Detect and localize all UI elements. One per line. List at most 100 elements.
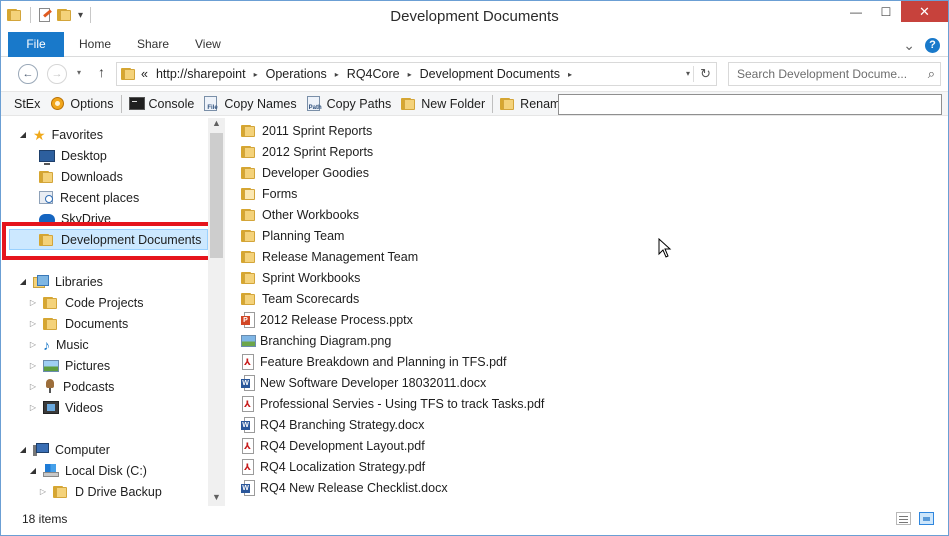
tree-item-computer[interactable]: ◢ Computer: [19, 439, 110, 460]
up-button[interactable]: ↑: [98, 64, 105, 80]
list-item-name: Team Scorecards: [262, 291, 360, 306]
list-item-name: Feature Breakdown and Planning in TFS.pd…: [260, 354, 507, 369]
tree-item-libraries[interactable]: ◢ Libraries: [19, 271, 103, 292]
breadcrumb-operations[interactable]: Operations: [262, 67, 331, 81]
folder-icon: [241, 124, 257, 138]
tree-item-recent-places[interactable]: Recent places: [39, 187, 139, 208]
collapsed-arrow-icon[interactable]: ▷: [29, 298, 37, 307]
list-item[interactable]: Release Management Team: [241, 246, 418, 267]
list-item[interactable]: Developer Goodies: [241, 162, 369, 183]
breadcrumb-separator[interactable]: ▸: [250, 70, 262, 79]
expanded-arrow-icon[interactable]: ◢: [19, 277, 27, 286]
list-item[interactable]: ⅄ RQ4 Localization Strategy.pdf: [241, 456, 425, 477]
address-history-dropdown[interactable]: ▾: [686, 69, 690, 78]
console-label: Console: [148, 96, 195, 111]
expanded-arrow-icon[interactable]: ◢: [19, 445, 27, 454]
collapsed-arrow-icon[interactable]: ▷: [29, 403, 37, 412]
scroll-down-arrow[interactable]: ▼: [208, 492, 225, 502]
navigation-scrollbar[interactable]: ▲ ▼: [208, 118, 225, 506]
large-icons-view-icon[interactable]: [919, 512, 934, 525]
copy-names-button[interactable]: File Copy Names: [199, 96, 301, 111]
new-folder-button[interactable]: New Folder: [396, 97, 490, 111]
refresh-icon[interactable]: ↻: [700, 66, 711, 82]
forward-button[interactable]: →: [47, 64, 67, 84]
tree-item-podcasts[interactable]: ▷ Podcasts: [29, 376, 114, 397]
folder-icon: [241, 145, 257, 159]
folder-icon: [241, 292, 257, 306]
file-list: 2011 Sprint Reports 2012 Sprint Reports De…: [241, 118, 941, 506]
collapsed-arrow-icon[interactable]: ▷: [29, 340, 37, 349]
list-item[interactable]: Sprint Workbooks: [241, 267, 360, 288]
list-item[interactable]: W RQ4 Branching Strategy.docx: [241, 414, 424, 435]
tab-share[interactable]: Share: [137, 32, 169, 57]
collapsed-arrow-icon[interactable]: ▷: [29, 382, 37, 391]
breadcrumb-overflow[interactable]: «: [137, 67, 152, 81]
console-button[interactable]: Console: [124, 96, 200, 111]
tree-item-desktop[interactable]: Desktop: [39, 145, 107, 166]
scroll-thumb[interactable]: [210, 133, 223, 258]
tree-item-pictures[interactable]: ▷ Pictures: [29, 355, 110, 376]
address-bar[interactable]: « http://sharepoint ▸ Operations ▸ RQ4Co…: [116, 62, 717, 86]
list-item[interactable]: W RQ4 New Release Checklist.docx: [241, 477, 448, 498]
expand-ribbon-button[interactable]: ⌄: [903, 37, 915, 54]
breadcrumb-separator[interactable]: ▸: [331, 70, 343, 79]
tree-item-development-documents[interactable]: Development Documents: [9, 229, 208, 250]
list-item[interactable]: W New Software Developer 18032011.docx: [241, 372, 486, 393]
pdf-icon: ⅄: [241, 395, 255, 412]
tree-item-d-drive-backup[interactable]: ▷ D Drive Backup: [39, 481, 162, 502]
tree-item-skydrive[interactable]: SkyDrive: [39, 208, 111, 229]
close-button[interactable]: ✕: [901, 1, 948, 22]
tab-home[interactable]: Home: [79, 32, 111, 57]
star-icon: ★: [33, 126, 46, 143]
breadcrumb-rq4core[interactable]: RQ4Core: [343, 67, 404, 81]
list-item[interactable]: ⅄ Feature Breakdown and Planning in TFS.p…: [241, 351, 506, 372]
breadcrumb-separator[interactable]: ▸: [404, 70, 416, 79]
search-icon[interactable]: ⌕: [928, 66, 935, 82]
list-item[interactable]: ⅄ RQ4 Development Layout.pdf: [241, 435, 425, 456]
item-count: 18 items: [22, 512, 68, 526]
list-item[interactable]: 2011 Sprint Reports: [241, 120, 372, 141]
tree-label-recent-places: Recent places: [60, 190, 140, 205]
music-icon: ♪: [43, 336, 50, 353]
recent-locations-button[interactable]: ▾: [77, 68, 81, 77]
tab-view[interactable]: View: [195, 32, 221, 57]
tree-item-favorites[interactable]: ◢ ★ Favorites: [19, 124, 103, 145]
minimize-button[interactable]: —: [841, 1, 871, 22]
list-item[interactable]: Branching Diagram.png: [241, 330, 391, 351]
details-view-icon[interactable]: [896, 512, 911, 525]
tree-item-downloads[interactable]: Downloads: [39, 166, 123, 187]
breadcrumb-sharepoint[interactable]: http://sharepoint: [152, 67, 250, 81]
list-item[interactable]: Forms: [241, 183, 297, 204]
copy-paths-button[interactable]: Path Copy Paths: [302, 96, 397, 111]
collapsed-arrow-icon[interactable]: ▷: [29, 319, 37, 328]
scroll-up-arrow[interactable]: ▲: [208, 118, 225, 128]
search-input[interactable]: Search Development Docume... ⌕: [728, 62, 941, 86]
expanded-arrow-icon[interactable]: ◢: [19, 130, 27, 139]
list-item[interactable]: Planning Team: [241, 225, 344, 246]
list-item[interactable]: P 2012 Release Process.pptx: [241, 309, 413, 330]
tab-file[interactable]: File: [8, 32, 64, 57]
collapsed-arrow-icon[interactable]: ▷: [29, 361, 37, 370]
tree-item-videos[interactable]: ▷ Videos: [29, 397, 103, 418]
list-item[interactable]: ⅄ Professional Servies - Using TFS to tra…: [241, 393, 544, 414]
list-item[interactable]: 2012 Sprint Reports: [241, 141, 373, 162]
list-item[interactable]: Other Workbooks: [241, 204, 359, 225]
tree-label-downloads: Downloads: [61, 169, 123, 184]
help-button[interactable]: ?: [925, 38, 940, 53]
options-button[interactable]: Options: [45, 96, 118, 111]
tree-item-local-disk[interactable]: ◢ Local Disk (C:): [29, 460, 147, 481]
list-item[interactable]: Team Scorecards: [241, 288, 359, 309]
maximize-button[interactable]: ☐: [871, 1, 901, 22]
collapsed-arrow-icon[interactable]: ▷: [39, 487, 47, 496]
tree-item-documents[interactable]: ▷ Documents: [29, 313, 128, 334]
back-button[interactable]: ←: [18, 64, 38, 84]
list-item-name: Developer Goodies: [262, 165, 370, 180]
tree-item-music[interactable]: ▷ ♪ Music: [29, 334, 89, 355]
stex-command-input[interactable]: [558, 94, 942, 115]
copy-paths-label: Copy Paths: [326, 96, 392, 111]
breadcrumb-development-documents[interactable]: Development Documents: [416, 67, 564, 81]
expanded-arrow-icon[interactable]: ◢: [29, 466, 37, 475]
tree-item-code-projects[interactable]: ▷ Code Projects: [29, 292, 144, 313]
list-item-name: Forms: [262, 186, 298, 201]
breadcrumb-separator[interactable]: ▸: [564, 70, 576, 79]
